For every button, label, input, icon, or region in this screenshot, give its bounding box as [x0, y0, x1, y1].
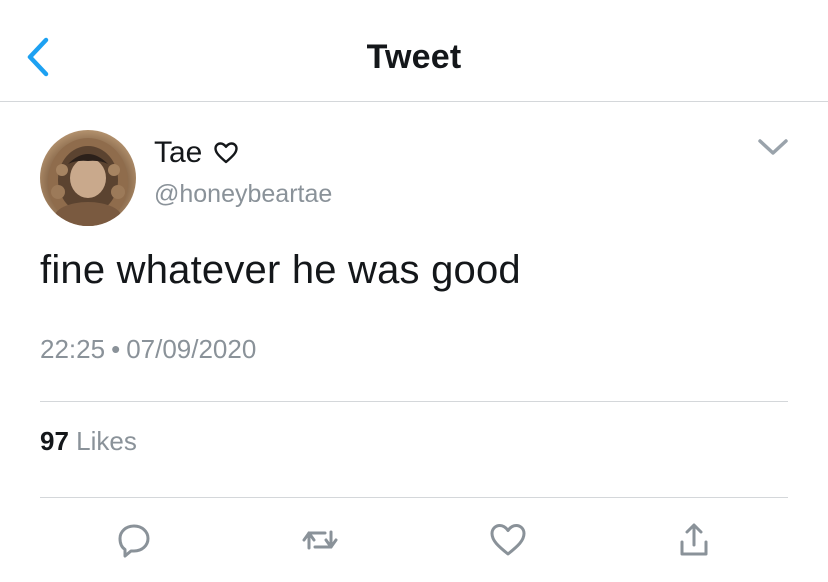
retweet-button[interactable] [300, 520, 340, 560]
share-icon [680, 523, 708, 556]
more-options-button[interactable] [756, 136, 790, 158]
tweet-text: fine whatever he was good [40, 248, 521, 292]
tweet-date: 07/09/2020 [126, 334, 257, 364]
like-button[interactable] [488, 520, 528, 560]
user-handle[interactable]: @honeybeartae [154, 180, 332, 209]
divider [40, 497, 788, 498]
user-name-row: Tae [154, 136, 239, 170]
avatar[interactable] [40, 130, 136, 226]
tweet-timestamp: 22:25 • 07/09/2020 [40, 334, 256, 365]
display-name[interactable]: Tae [154, 136, 202, 170]
reply-button[interactable] [114, 520, 154, 560]
divider [40, 401, 788, 402]
heart-icon [490, 524, 526, 556]
tweet-time: 22:25 [40, 334, 106, 364]
timestamp-separator: • [111, 334, 121, 364]
retweet-icon [302, 530, 338, 550]
likes-stat[interactable]: 97 Likes [40, 426, 137, 457]
avatar-photo [48, 138, 128, 226]
page-title: Tweet [366, 38, 462, 76]
likes-label: Likes [76, 426, 137, 456]
likes-count: 97 [40, 426, 69, 456]
share-button[interactable] [674, 520, 714, 560]
reply-icon [118, 524, 150, 558]
chevron-down-icon [758, 139, 788, 155]
heart-outline-icon [214, 142, 238, 164]
navigation-bar: Tweet [0, 0, 828, 102]
